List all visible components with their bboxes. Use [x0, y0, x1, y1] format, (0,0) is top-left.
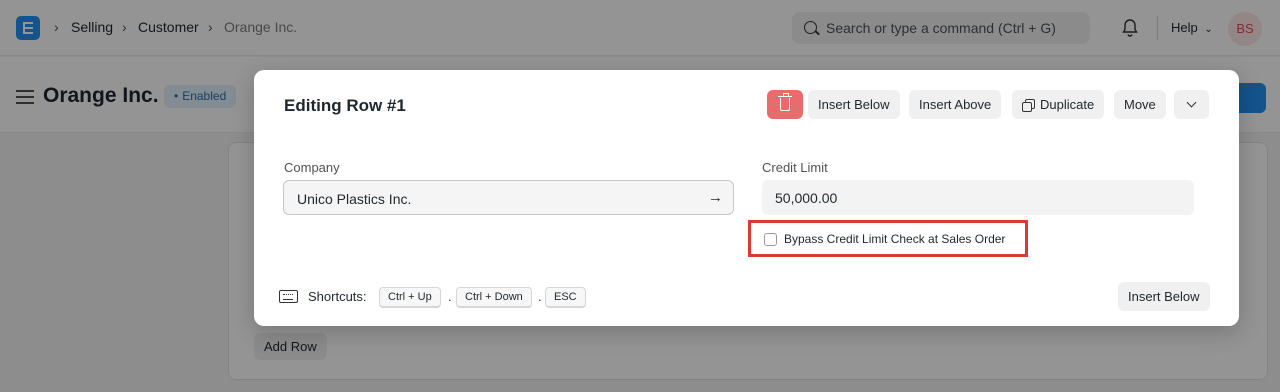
duplicate-button[interactable]: Duplicate	[1012, 90, 1105, 119]
shortcut-key: Ctrl + Down	[456, 287, 532, 308]
bypass-credit-limit-label[interactable]: Bypass Credit Limit Check at Sales Order	[784, 232, 1005, 246]
company-label: Company	[284, 160, 340, 175]
bypass-credit-limit-highlight: Bypass Credit Limit Check at Sales Order	[748, 220, 1028, 257]
delete-row-button[interactable]	[767, 90, 803, 119]
credit-limit-field[interactable]	[762, 180, 1194, 215]
company-input[interactable]	[297, 190, 677, 208]
chevron-down-icon	[1186, 97, 1197, 108]
more-options-button[interactable]	[1174, 90, 1209, 119]
credit-limit-input[interactable]	[775, 189, 1155, 207]
arrow-right-icon[interactable]: →	[708, 189, 723, 206]
insert-below-button[interactable]: Insert Below	[808, 90, 900, 119]
credit-limit-label: Credit Limit	[762, 160, 828, 175]
bypass-credit-limit-checkbox[interactable]	[764, 233, 777, 246]
shortcut-separator: .	[448, 289, 452, 304]
insert-above-button[interactable]: Insert Above	[909, 90, 1002, 119]
move-button[interactable]: Move	[1114, 90, 1166, 119]
duplicate-icon	[1022, 99, 1035, 112]
shortcut-separator: .	[538, 289, 542, 304]
dialog-title: Editing Row #1	[284, 96, 406, 115]
shortcut-key: Ctrl + Up	[379, 287, 441, 308]
editing-row-dialog: Editing Row #1 Insert Below Insert Above…	[254, 70, 1239, 326]
footer-insert-below-button[interactable]: Insert Below	[1118, 282, 1210, 311]
shortcut-key: ESC	[545, 287, 586, 308]
duplicate-label: Duplicate	[1040, 97, 1095, 112]
trash-icon	[778, 93, 792, 111]
keyboard-icon	[279, 290, 298, 303]
shortcuts-label: Shortcuts:	[308, 289, 367, 304]
company-field[interactable]: →	[283, 180, 734, 215]
